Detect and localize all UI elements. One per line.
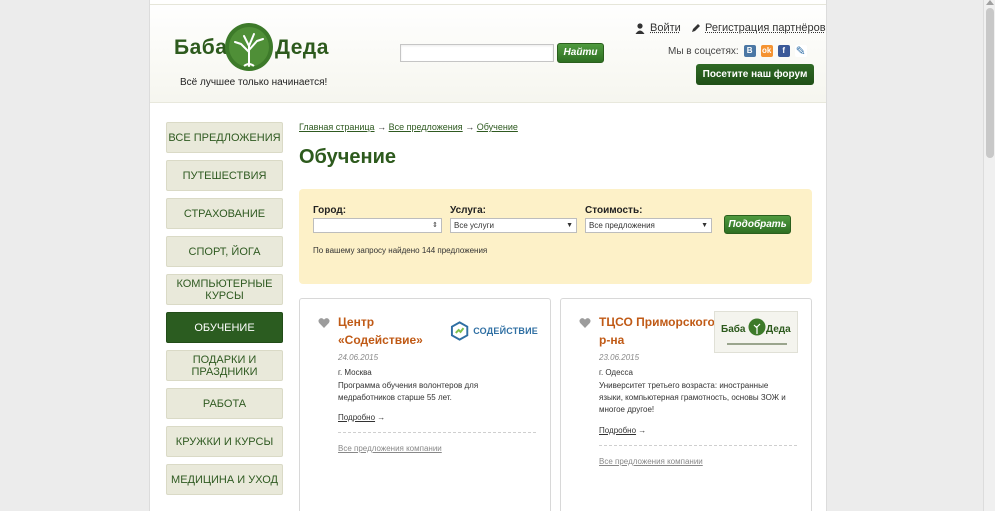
breadcrumb-home[interactable]: Главная страница [299, 122, 375, 132]
city-label: Город: [313, 205, 347, 216]
sidebar-item-work[interactable]: Работа [166, 388, 283, 419]
offer-city: г. Москва [338, 368, 372, 377]
heart-icon[interactable] [579, 317, 591, 329]
more-link[interactable]: Подробно → [338, 413, 385, 422]
offer-card: Центр «Содействие» СОДЕЙСТВИЕ 24.06.2015… [299, 298, 551, 511]
login-link[interactable]: Войти [635, 22, 681, 34]
all-company-offers-link[interactable]: Все предложения компании [599, 457, 703, 466]
offer-title[interactable]: Центр «Содействие» [338, 313, 423, 349]
logo-left-word: Баба [174, 36, 228, 59]
tree-logo-icon [748, 318, 766, 336]
cost-select[interactable]: Все предложения ▼ [585, 218, 712, 233]
stepper-icon: ⇕ [432, 222, 438, 229]
company-logo-text: СОДЕЙСТВИЕ [473, 326, 538, 336]
search-input[interactable] [400, 44, 554, 62]
social-links: Мы в соцсетях: В ok f ✎ [668, 45, 807, 57]
offer-description-line: медработников старше 55 лет. [338, 393, 452, 402]
login-label[interactable]: Войти [650, 22, 681, 34]
page-container: Баба Деда Всё лучшее только начинается! … [149, 0, 827, 511]
more-label[interactable]: Подробно [338, 413, 375, 422]
breadcrumb: Главная страница → Все предложения → Обу… [299, 122, 812, 136]
scrollbar-thumb[interactable] [986, 8, 994, 158]
filter-panel: Город: ⇕ Услуга: Все услуги ▼ Стоимость:… [299, 189, 812, 284]
arrow-right-icon: → [377, 413, 386, 422]
company-logo-right-word: Деда [766, 324, 791, 335]
page-scrollbar[interactable] [983, 0, 995, 511]
offer-title-line[interactable]: р-на [599, 331, 715, 349]
dropdown-arrow-icon: ▼ [566, 222, 573, 229]
page-title: Обучение [299, 146, 397, 168]
header-divider [150, 4, 826, 5]
offer-title-line[interactable]: «Содействие» [338, 331, 423, 349]
offer-date: 23.06.2015 [599, 353, 640, 362]
service-label: Услуга: [450, 205, 486, 216]
sidebar-item-sport-yoga[interactable]: Спорт, йога [166, 236, 283, 267]
facebook-icon[interactable]: f [777, 45, 790, 57]
offer-description-line: Университет третьего возраста: иностранн… [599, 381, 769, 390]
city-field[interactable]: ⇕ [313, 218, 442, 233]
cost-value: Все предложения [589, 221, 655, 230]
tree-logo-icon [225, 23, 273, 71]
offer-title[interactable]: ТЦСО Приморского р-на [599, 313, 715, 349]
register-label[interactable]: Регистрация партнёров [705, 22, 826, 34]
vk-icon[interactable]: В [743, 45, 756, 57]
company-logo[interactable]: Баба Деда [714, 311, 798, 353]
site-logo[interactable]: Баба Деда Всё лучшее только начинается! [172, 22, 332, 92]
more-label[interactable]: Подробно [599, 426, 636, 435]
breadcrumb-separator: → [377, 122, 387, 132]
arrow-right-icon: → [638, 426, 647, 435]
sidebar-item-insurance[interactable]: Страхование [166, 198, 283, 229]
offer-description: Университет третьего возраста: иностранн… [599, 380, 786, 416]
offer-date: 24.06.2015 [338, 353, 379, 362]
main-content: Главная страница → Все предложения → Обу… [299, 122, 812, 511]
result-count-text: По вашему запросу найдено 144 предложени… [313, 246, 488, 255]
logo-right-word: Деда [275, 36, 329, 59]
livejournal-icon[interactable]: ✎ [794, 45, 807, 57]
site-header: Баба Деда Всё лучшее только начинается! … [150, 0, 826, 103]
offer-description: Программа обучения волонтеров для медраб… [338, 380, 478, 404]
dropdown-arrow-icon: ▼ [701, 222, 708, 229]
sodeystvie-logo-icon [450, 321, 469, 341]
sidebar-item-computer-courses[interactable]: Компьютерные курсы [166, 274, 283, 305]
offer-description-line: многое другое! [599, 405, 655, 414]
forum-button[interactable]: Посетите наш форум [696, 64, 814, 85]
breadcrumb-all-offers[interactable]: Все предложения [389, 122, 463, 132]
service-value: Все услуги [454, 221, 494, 230]
register-partners-link[interactable]: Регистрация партнёров [691, 22, 826, 34]
offer-city: г. Одесса [599, 368, 633, 377]
sidebar-item-all-offers[interactable]: Все предложения [166, 122, 283, 153]
search-button[interactable]: Найти [557, 43, 604, 63]
offer-title-line[interactable]: ТЦСО Приморского [599, 313, 715, 331]
sidebar-item-travel[interactable]: Путешествия [166, 160, 283, 191]
offer-description-line: Программа обучения волонтеров для [338, 381, 479, 390]
offer-title-line[interactable]: Центр [338, 313, 423, 331]
logo-tagline: Всё лучшее только начинается! [180, 77, 328, 88]
breadcrumb-separator: → [465, 122, 475, 132]
sidebar-item-clubs-courses[interactable]: Кружки и курсы [166, 426, 283, 457]
user-icon [635, 22, 645, 34]
all-company-offers-link[interactable]: Все предложения компании [338, 444, 442, 453]
offer-description-line: языки, компьютерная грамотность, основы … [599, 393, 786, 402]
cost-label: Стоимость: [585, 205, 643, 216]
odnoklassniki-icon[interactable]: ok [760, 45, 773, 57]
sidebar-item-medicine-care[interactable]: Медицина и уход [166, 464, 283, 495]
card-divider [599, 445, 797, 446]
sidebar-item-education[interactable]: Обучение [166, 312, 283, 343]
company-logo-tagline [727, 343, 787, 345]
breadcrumb-current[interactable]: Обучение [477, 122, 518, 132]
scroll-up-arrow-icon[interactable] [986, 0, 994, 5]
company-logo[interactable]: СОДЕЙСТВИЕ [450, 319, 538, 343]
pick-button[interactable]: Подобрать [724, 215, 791, 234]
card-divider [338, 432, 536, 433]
category-sidebar: Все предложения Путешествия Страхование … [166, 122, 283, 502]
social-label: Мы в соцсетях: [668, 45, 739, 57]
pencil-icon [692, 24, 700, 32]
offer-card: ТЦСО Приморского р-на Баба Деда 23.06.20… [560, 298, 812, 511]
sidebar-item-gifts-holidays[interactable]: Подарки и праздники [166, 350, 283, 381]
more-link[interactable]: Подробно → [599, 426, 646, 435]
company-logo-left-word: Баба [721, 324, 746, 335]
heart-icon[interactable] [318, 317, 330, 329]
service-select[interactable]: Все услуги ▼ [450, 218, 577, 233]
